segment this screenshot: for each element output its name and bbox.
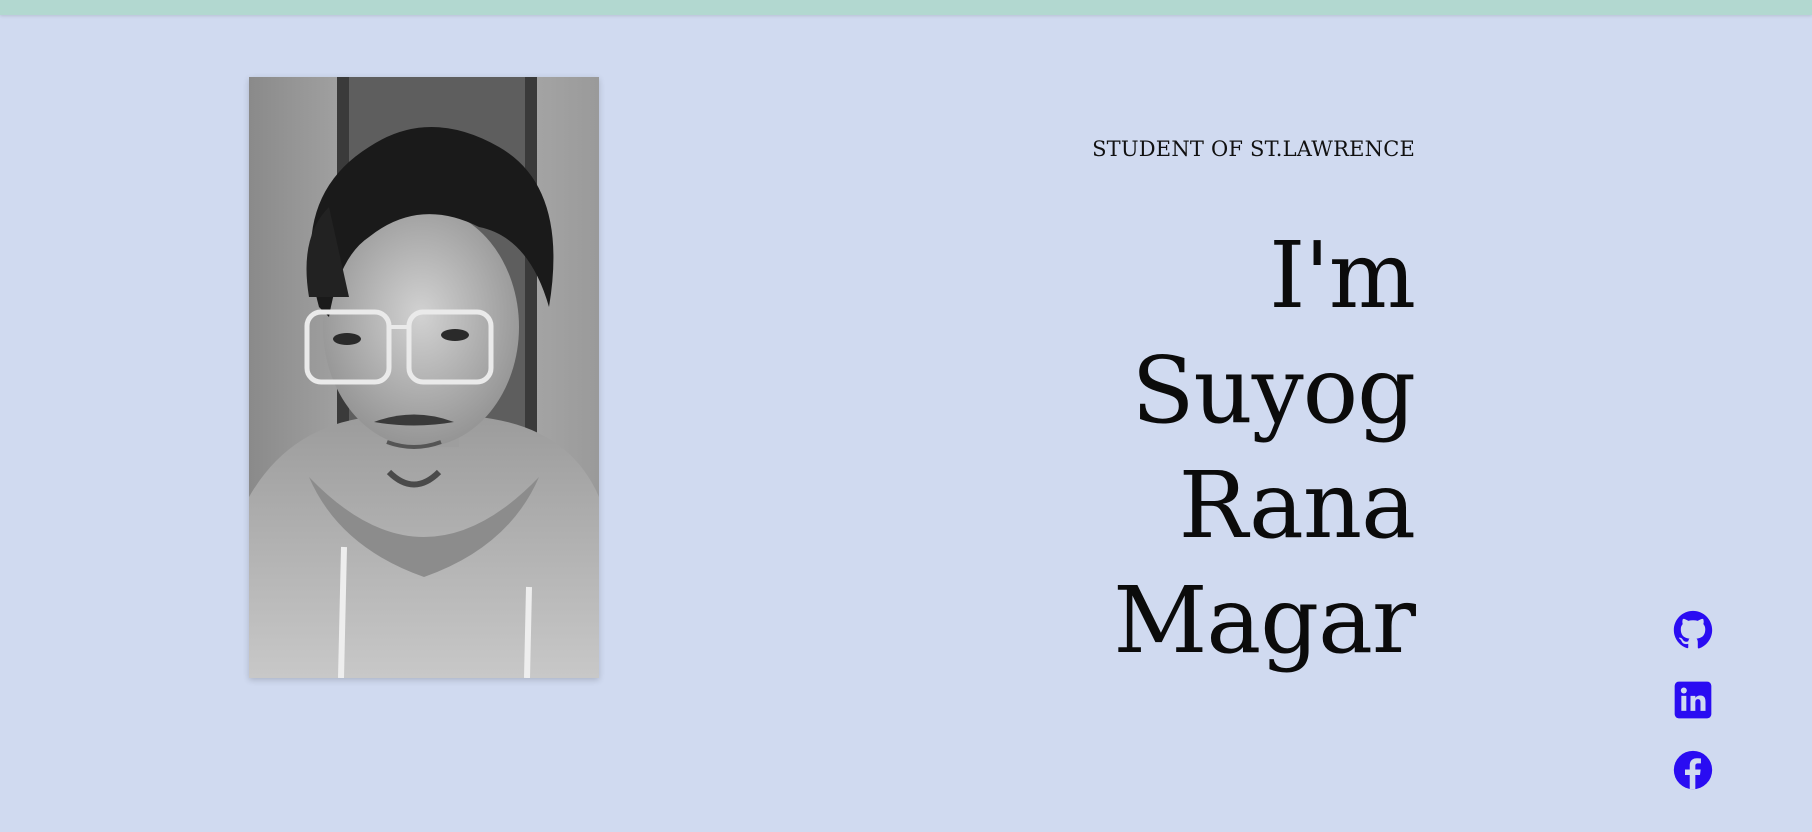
name-line-2: Suyog <box>1131 337 1416 444</box>
profile-photo <box>249 77 599 678</box>
name-line-1: I'm <box>1269 222 1416 329</box>
portrait-image <box>249 77 599 678</box>
github-icon <box>1673 610 1713 649</box>
name-line-4: Magar <box>1113 567 1416 674</box>
hero-name: I'm Suyog Rana Magar <box>1113 218 1416 678</box>
facebook-link[interactable] <box>1673 750 1713 790</box>
facebook-icon <box>1673 750 1713 790</box>
github-link[interactable] <box>1673 610 1713 650</box>
name-line-3: Rana <box>1178 452 1416 559</box>
top-bar <box>0 0 1812 15</box>
linkedin-icon <box>1674 681 1712 719</box>
linkedin-link[interactable] <box>1673 680 1713 720</box>
subtitle: STUDENT OF ST.LAWRENCE <box>1092 137 1415 161</box>
social-links <box>1673 610 1715 820</box>
